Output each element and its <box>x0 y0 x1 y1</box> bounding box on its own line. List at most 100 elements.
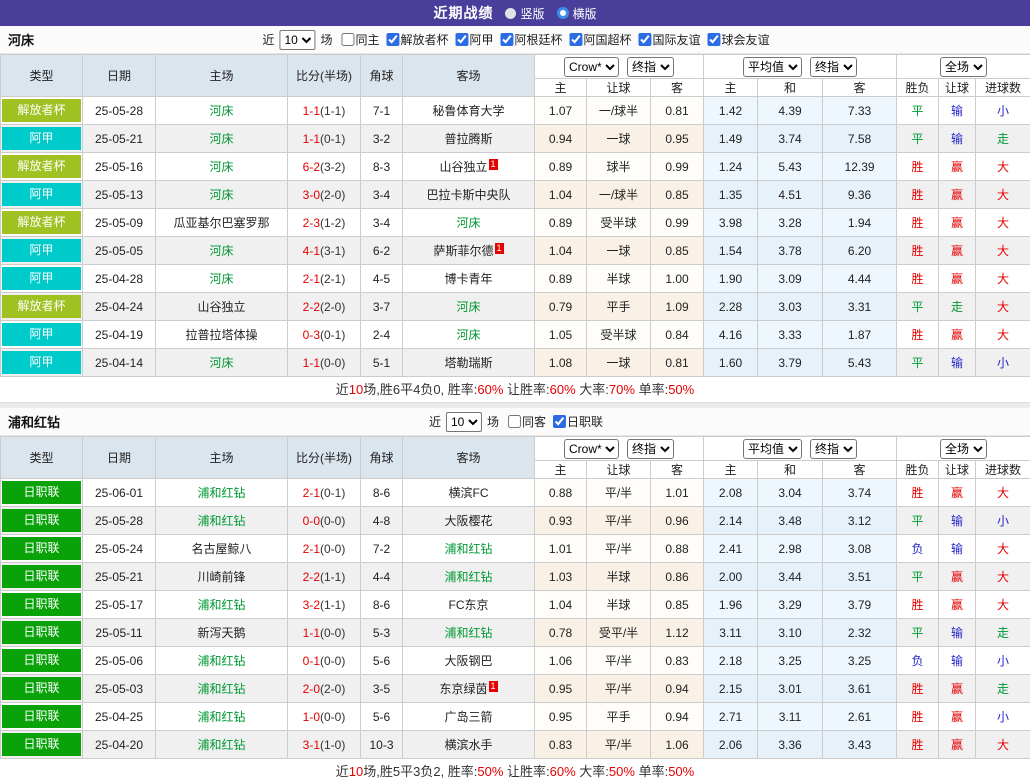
odds-source-select[interactable]: Crow* <box>564 439 619 459</box>
league-filter-checkbox[interactable]: 球会友谊 <box>708 31 770 48</box>
away-team-cell: FC东京 <box>403 591 535 619</box>
away-team-name: 浦和红钻 <box>444 626 492 640</box>
score-cell: 2-1(0-1) <box>288 479 361 507</box>
league-filter-checkbox[interactable]: 日职联 <box>553 413 603 430</box>
league-filter-checkbox[interactable]: 阿国超杯 <box>570 31 632 48</box>
column-subheader: 客 <box>823 79 897 97</box>
checkbox-input[interactable] <box>508 415 521 428</box>
half-score: (0-0) <box>320 710 345 724</box>
summary-line: 近10场,胜6平4负0, 胜率:60% 让胜率:60% 大率:70% 单率:50… <box>0 377 1030 402</box>
header-select-group: 全场 <box>897 437 1030 461</box>
odds-final-select[interactable]: 终指 <box>627 439 674 459</box>
league-filter-checkbox[interactable]: 解放者杯 <box>386 31 448 48</box>
league-filter-checkbox[interactable]: 国际友谊 <box>639 31 701 48</box>
checkbox-input[interactable] <box>570 33 583 46</box>
home-team-name: 瓜亚基尔巴塞罗那 <box>173 216 269 230</box>
recent-count-select[interactable]: 10 <box>279 30 315 50</box>
result-goals: 大 <box>976 479 1030 507</box>
match-type-badge: 阿甲 <box>2 127 81 150</box>
checkbox-input[interactable] <box>386 33 399 46</box>
score-cell: 0-3(0-1) <box>288 321 361 349</box>
odds-away: 1.00 <box>651 265 704 293</box>
league-filter-checkbox[interactable]: 阿根廷杯 <box>501 31 563 48</box>
match-row: 日职联25-04-20浦和红钻3-1(1-0)10-3横滨水手0.83平/半1.… <box>1 731 1030 759</box>
match-row: 解放者杯25-05-09瓜亚基尔巴塞罗那2-3(1-2)3-4河床0.89受半球… <box>1 209 1030 237</box>
checkbox-input[interactable] <box>455 33 468 46</box>
result-winloss: 胜 <box>897 703 939 731</box>
odds-home: 0.95 <box>535 675 587 703</box>
result-handicap: 输 <box>939 97 976 125</box>
scope-select[interactable]: 全场 <box>940 57 987 77</box>
match-type-cell: 日职联 <box>1 675 83 703</box>
recent-count-select[interactable]: 10 <box>446 412 482 432</box>
avg-draw: 3.03 <box>758 293 823 321</box>
odds-away: 0.85 <box>651 237 704 265</box>
result-winloss: 胜 <box>897 675 939 703</box>
avg-draw: 5.43 <box>758 153 823 181</box>
away-team-cell: 浦和红钻 <box>403 563 535 591</box>
half-score: (2-0) <box>320 682 345 696</box>
odds-source-select[interactable]: Crow* <box>564 57 619 77</box>
match-type-cell: 阿甲 <box>1 265 83 293</box>
odds-home: 0.88 <box>535 479 587 507</box>
match-date: 25-05-05 <box>83 237 156 265</box>
avg-away: 4.44 <box>823 265 897 293</box>
odds-handicap: 平手 <box>587 293 651 321</box>
odds-handicap: 受半球 <box>587 209 651 237</box>
same-venue-checkbox[interactable]: 同客 <box>508 413 546 430</box>
full-score: 3-0 <box>303 188 320 202</box>
away-team-cell: 普拉腾斯 <box>403 125 535 153</box>
summary-segment: 场,胜5平3负2, 胜率: <box>363 764 477 779</box>
same-venue-checkbox[interactable]: 同主 <box>341 31 379 48</box>
column-subheader: 胜负 <box>897 461 939 479</box>
home-team-name: 河床 <box>209 188 233 202</box>
match-row: 解放者杯25-05-16河床6-2(3-2)8-3山谷独立10.89球半0.99… <box>1 153 1030 181</box>
checkbox-input[interactable] <box>553 415 566 428</box>
avg-draw: 3.09 <box>758 265 823 293</box>
result-goals: 大 <box>976 293 1030 321</box>
home-team-name: 浦和红钻 <box>197 486 245 500</box>
column-header: 类型 <box>1 55 83 97</box>
away-team-name: 秘鲁体育大学 <box>432 104 504 118</box>
radio-vertical[interactable]: 竖版 <box>505 5 544 22</box>
home-team-cell: 河床 <box>156 181 288 209</box>
corners: 5-6 <box>361 703 403 731</box>
half-score: (1-1) <box>320 598 345 612</box>
half-score: (0-0) <box>320 654 345 668</box>
match-type-badge: 日职联 <box>2 621 81 644</box>
result-handicap: 输 <box>939 647 976 675</box>
result-handicap: 赢 <box>939 479 976 507</box>
checkbox-input[interactable] <box>639 33 652 46</box>
away-team-name: 大阪钢巴 <box>444 654 492 668</box>
result-winloss: 胜 <box>897 591 939 619</box>
full-score: 1-1 <box>303 132 320 146</box>
filter-near-label: 近 <box>429 413 441 430</box>
radio-horizontal[interactable]: 横版 <box>557 5 597 22</box>
avg-home: 1.49 <box>704 125 758 153</box>
avg-source-select[interactable]: 平均值 <box>743 57 802 77</box>
avg-final-select[interactable]: 终指 <box>810 439 857 459</box>
league-filter-checkbox[interactable]: 阿甲 <box>455 31 493 48</box>
column-subheader: 让球 <box>939 461 976 479</box>
avg-away: 3.79 <box>823 591 897 619</box>
avg-away: 3.12 <box>823 507 897 535</box>
match-type-cell: 阿甲 <box>1 237 83 265</box>
scope-select[interactable]: 全场 <box>940 439 987 459</box>
checkbox-input[interactable] <box>501 33 514 46</box>
odds-handicap: 一球 <box>587 237 651 265</box>
home-team-name: 河床 <box>209 132 233 146</box>
column-subheader: 主 <box>704 79 758 97</box>
checkbox-input[interactable] <box>341 33 354 46</box>
odds-away: 0.85 <box>651 591 704 619</box>
full-score: 1-1 <box>303 626 320 640</box>
avg-final-select[interactable]: 终指 <box>810 57 857 77</box>
full-score: 0-1 <box>303 654 320 668</box>
checkbox-input[interactable] <box>708 33 721 46</box>
result-handicap: 赢 <box>939 265 976 293</box>
full-score: 3-2 <box>303 598 320 612</box>
home-team-name: 河床 <box>209 104 233 118</box>
match-date: 25-04-20 <box>83 731 156 759</box>
odds-away: 0.88 <box>651 535 704 563</box>
odds-final-select[interactable]: 终指 <box>627 57 674 77</box>
avg-source-select[interactable]: 平均值 <box>743 439 802 459</box>
